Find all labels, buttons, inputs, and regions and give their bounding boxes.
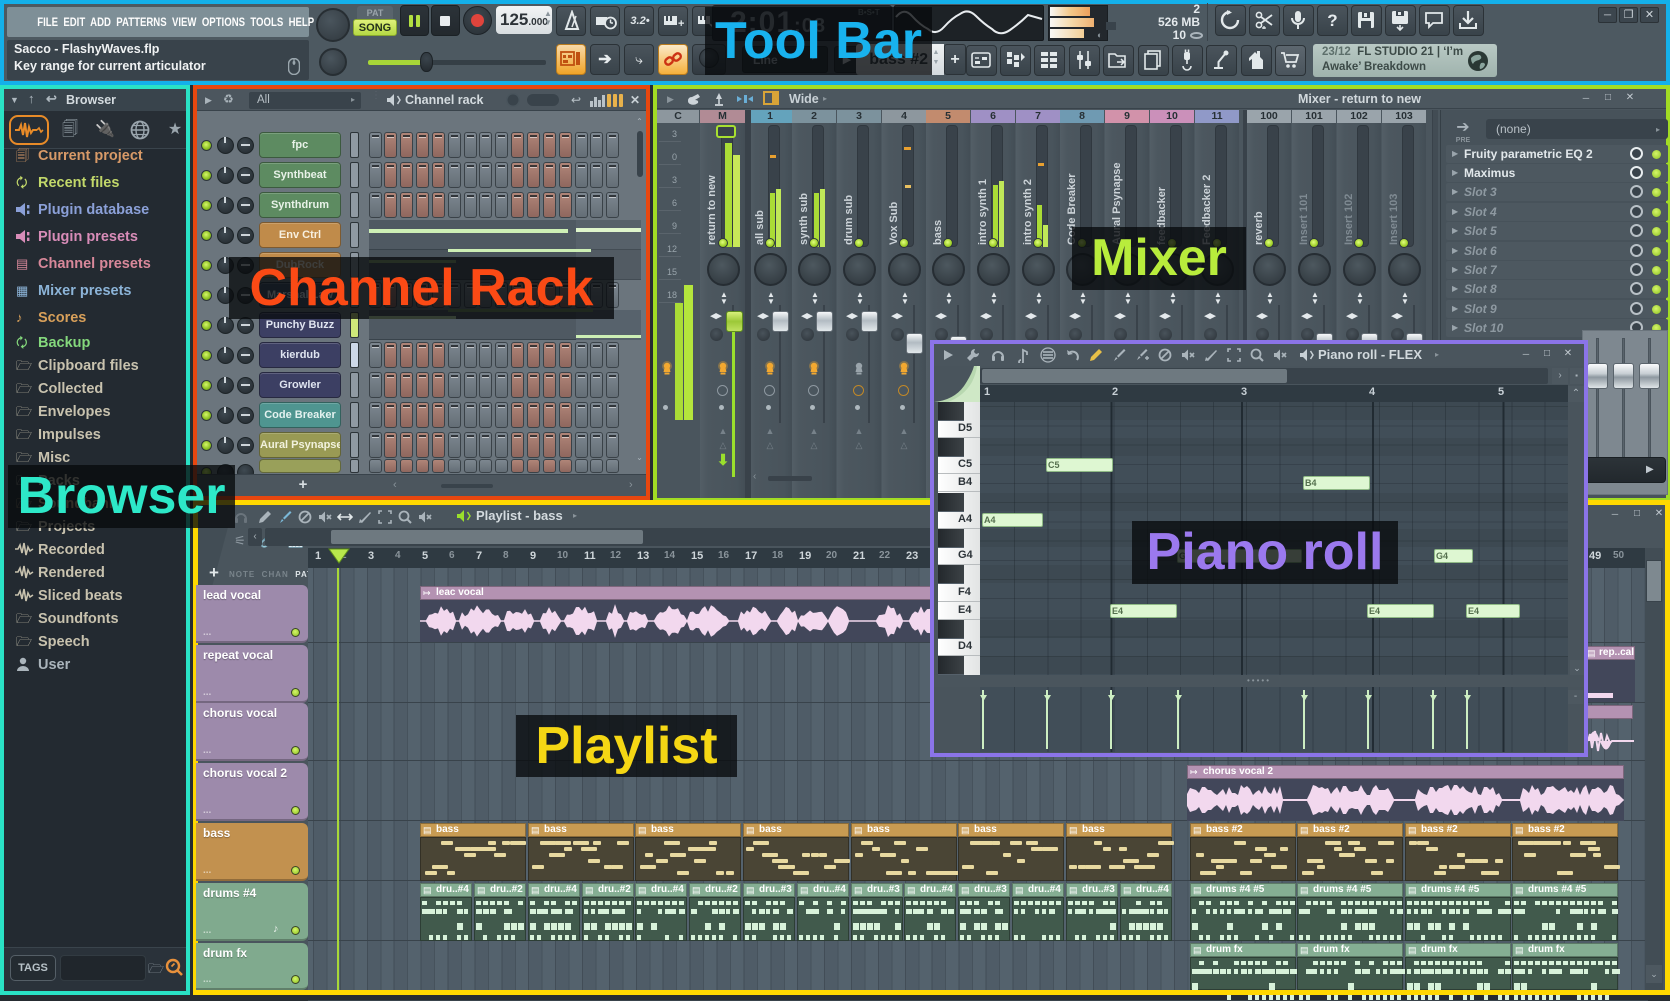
- svg-text:+: +: [678, 18, 684, 30]
